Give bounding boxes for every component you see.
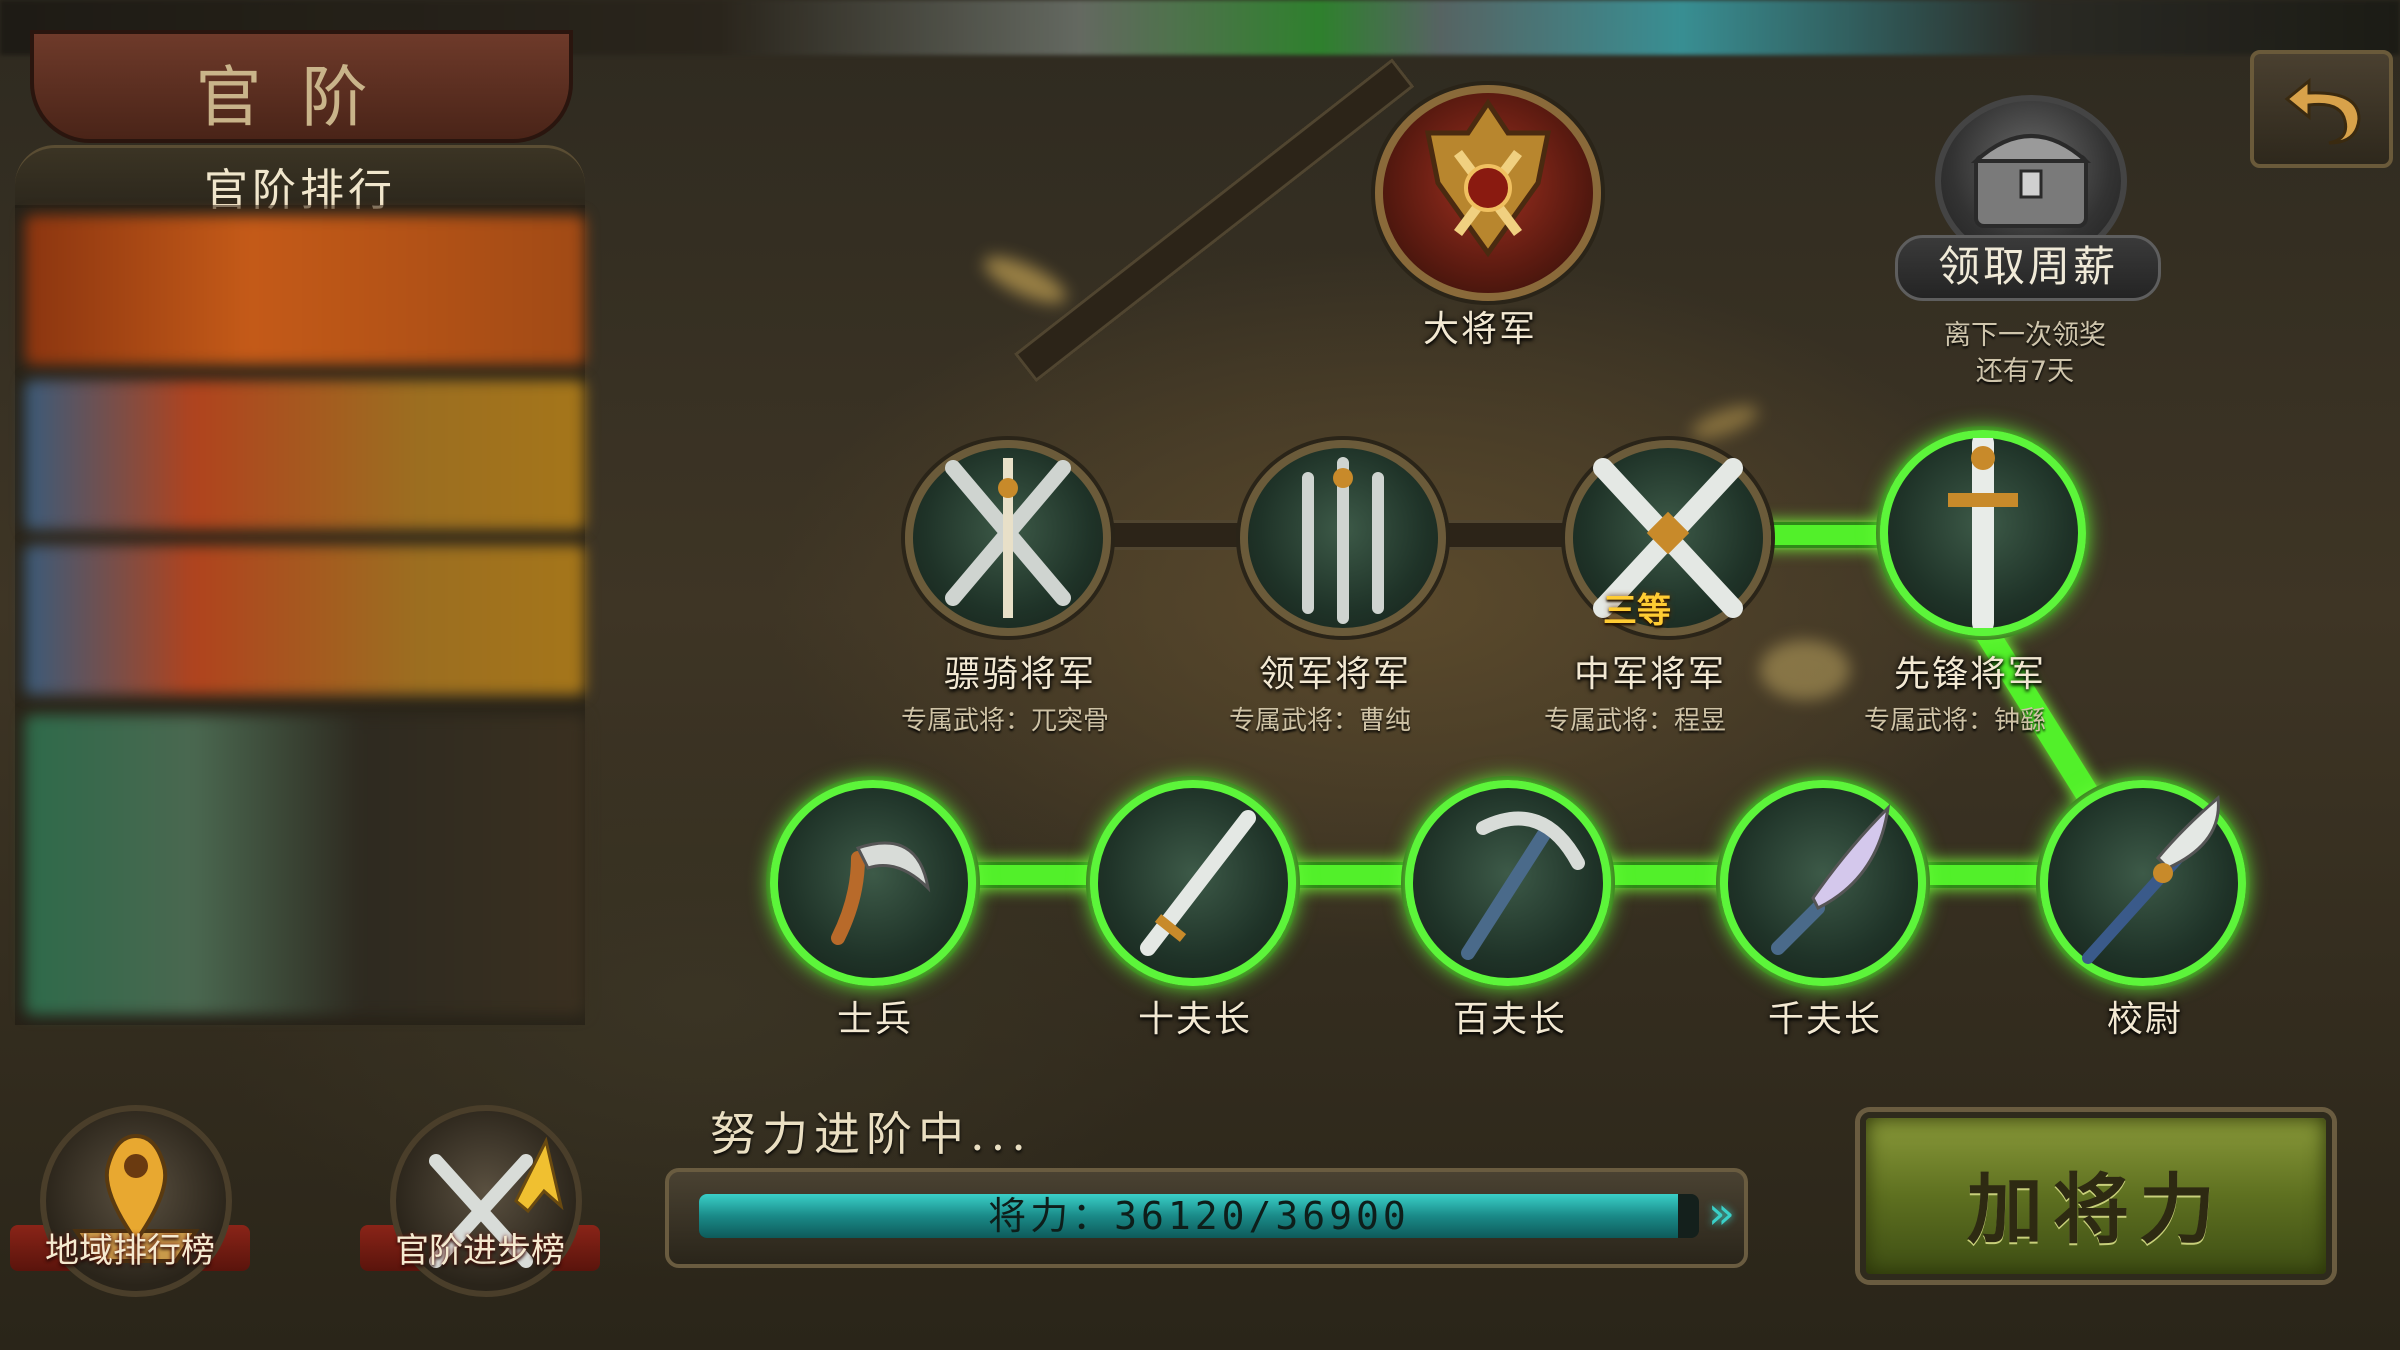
rank-tier-badge: 三等 [1603,591,1671,631]
rank-node-lower-4[interactable] [1720,780,1926,986]
rank-name: 士兵 [836,999,913,1040]
ambient-spark [977,247,1073,313]
weekly-reward-chest[interactable]: 领取周薪 [1895,85,2161,301]
claim-weekly-salary-button[interactable]: 领取周薪 [1895,235,2161,301]
ranking-entry[interactable] [25,380,585,530]
progress-caption: 努力进阶中... [710,1107,1032,1161]
rank-name: 校尉 [2106,999,2183,1040]
rank-exclusive-general: 专属武将：兀突骨 [900,706,1109,736]
power-progress-bar: 将力：36120/36900 [665,1168,1748,1268]
ranking-entry-self[interactable] [25,715,585,1015]
rank-name: 中军将军 [1573,654,1726,695]
rank-node-lower-5[interactable] [2040,780,2246,986]
rank-node-lower-3[interactable] [1405,780,1611,986]
rank-top-name: 大将军 [1422,309,1537,350]
glaive-icon [2082,795,2220,964]
ranking-entry[interactable] [25,215,585,365]
crossed-swords-emblem-icon [945,458,1071,618]
regional-leaderboard-label: 地域排行榜 [10,1223,250,1272]
back-arrow-icon [2284,77,2361,145]
rank-node-lower-1[interactable] [770,780,976,986]
ranking-list [15,205,585,1025]
progress-arrow-icon: » [1708,1188,1735,1239]
rank-progress-leaderboard-label: 官阶进步榜 [360,1223,600,1272]
rank-node-upper-4[interactable] [1880,430,2086,636]
rank-name: 十夫长 [1137,999,1252,1040]
rank-node-upper-2[interactable] [1240,440,1446,636]
single-sword-icon [1948,438,2018,628]
regional-leaderboard-text: 地域排行榜 [45,1231,215,1271]
dagger-icon [1140,810,1256,956]
back-button[interactable] [2250,50,2393,168]
progress-track: 将力：36120/36900 [699,1194,1699,1238]
sickle-icon [831,841,931,945]
rank-name: 千夫长 [1767,999,1882,1040]
rank-exclusive-general: 专属武将：钟繇 [1863,706,2046,736]
rank-node-upper-1[interactable] [905,440,1111,636]
add-power-label: 加将力 [1967,1165,2225,1254]
ranking-header: 官阶排行 [15,145,585,216]
page-title-plaque: 官阶 [30,30,573,143]
page-title: 官阶 [195,59,408,136]
pickaxe-icon [1461,811,1585,960]
rank-name: 先锋将军 [1893,654,2046,695]
ambient-spark [1688,398,1762,446]
rank-exclusive-general: 专属武将：曹纯 [1228,706,1411,736]
next-reward-countdown: 离下一次领奖 还有7天 [1905,318,2145,390]
rank-name: 领军将军 [1258,654,1411,695]
add-power-button[interactable]: 加将力 [1860,1112,2332,1280]
battle-axe-shield-icon [1424,98,1552,258]
progress-value-text: 将力：36120/36900 [988,1194,1410,1238]
triple-swords-emblem-icon [1302,457,1384,624]
rank-progress-leaderboard-text: 官阶进步榜 [395,1231,565,1271]
rank-node-lower-2[interactable] [1090,780,1296,986]
countdown-line: 离下一次领奖 [1944,320,2106,351]
rank-name: 百夫长 [1452,999,1567,1040]
countdown-line: 还有7天 [1975,356,2075,387]
rank-exclusive-general: 专属武将：程昱 [1543,706,1726,736]
rank-name: 骠骑将军 [943,654,1096,695]
rank-node-top[interactable] [1375,85,1601,301]
ranking-entry[interactable] [25,545,585,695]
saber-icon [1771,803,1891,955]
